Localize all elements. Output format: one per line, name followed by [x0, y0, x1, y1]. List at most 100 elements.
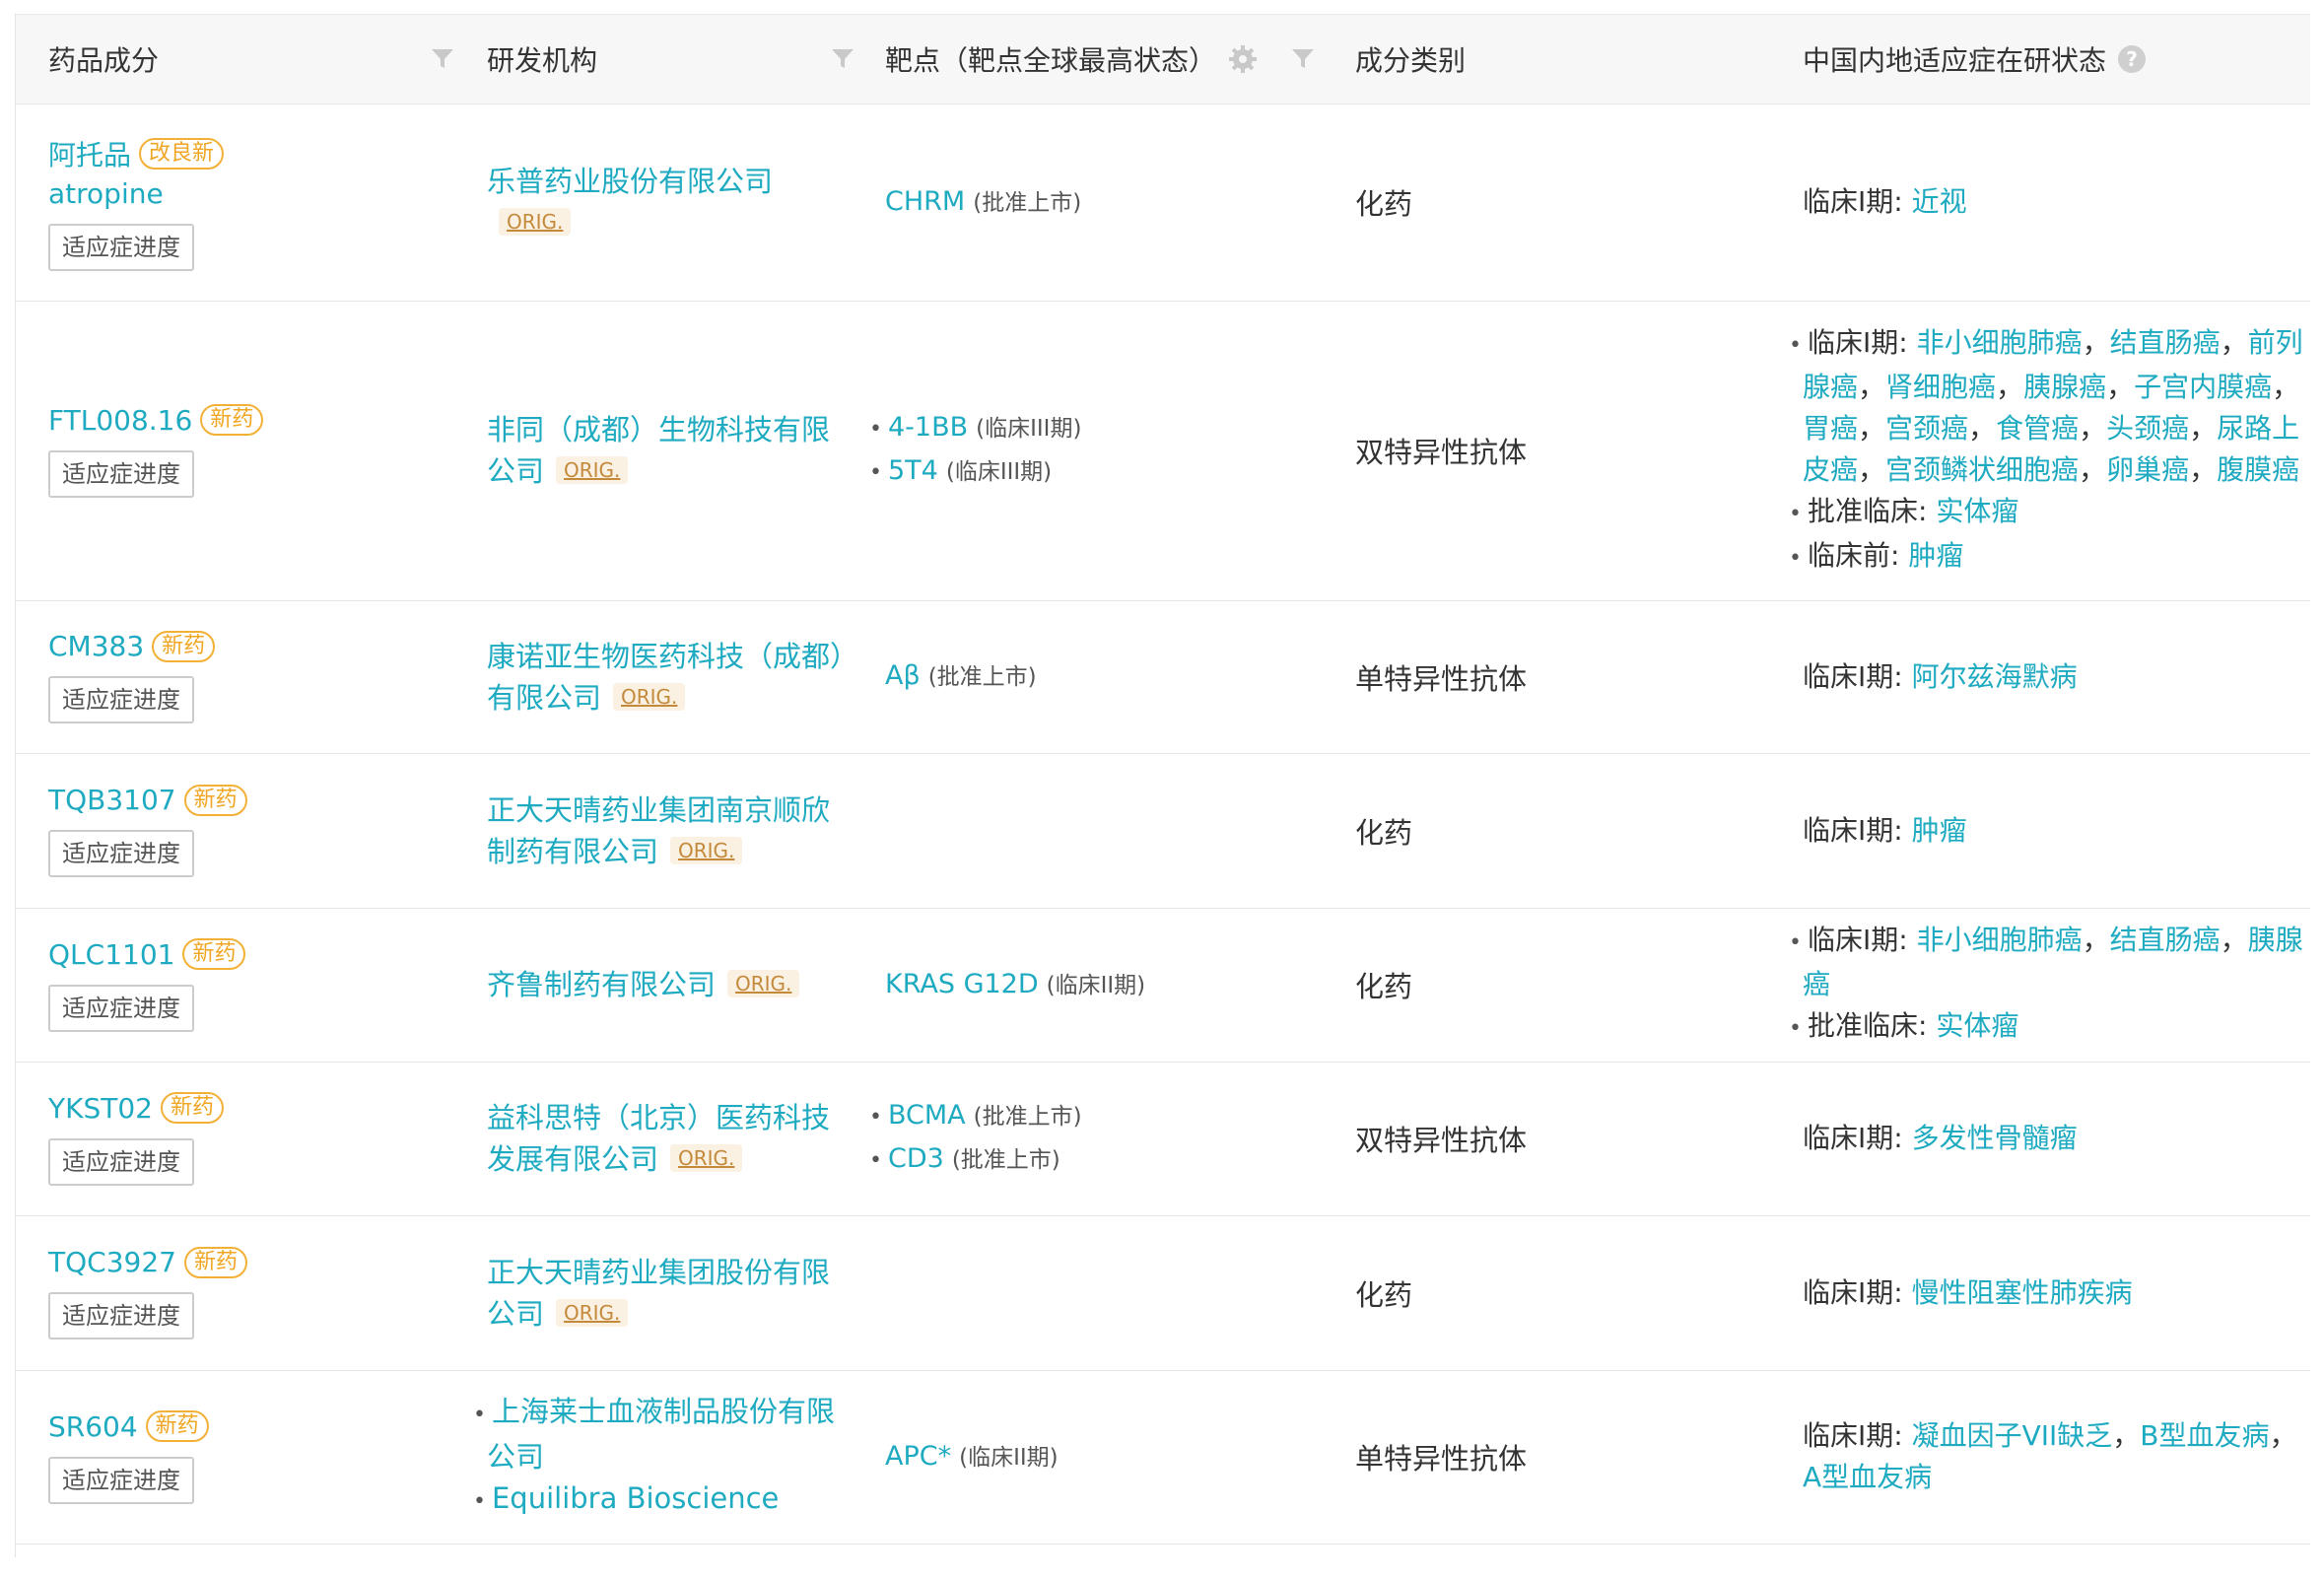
indication-link[interactable]: A型血友病 — [1803, 1461, 1932, 1493]
org-entry: • Equilibra Bioscience — [473, 1477, 852, 1523]
drug-name-link[interactable]: QLC1101 — [48, 938, 174, 971]
indication-progress-button[interactable]: 适应症进度 — [48, 1292, 194, 1339]
target-link[interactable]: BCMA — [888, 1100, 966, 1131]
indication-link[interactable]: 卵巢癌 — [2106, 453, 2189, 486]
org-link[interactable]: 益科思特（北京）医药科技发展有限公司 — [487, 1101, 830, 1176]
target-link[interactable]: 5T4 — [888, 455, 938, 486]
drug-name-link[interactable]: YKST02 — [48, 1092, 153, 1125]
target-cell: APC* (临床II期) — [885, 1370, 1319, 1544]
org-cell: 正大天晴药业集团股份有限公司 ORIG. — [487, 1215, 852, 1370]
indication-link[interactable]: 肾细胞癌 — [1885, 371, 1996, 403]
orig-badge[interactable]: ORIG. — [556, 1298, 629, 1327]
indication-link[interactable]: 结直肠癌 — [2110, 924, 2221, 956]
indication-progress-button[interactable]: 适应症进度 — [48, 449, 194, 498]
indication-link[interactable]: 宫颈鳞状细胞癌 — [1885, 453, 2079, 486]
indication-link[interactable]: 实体瘤 — [1936, 495, 2018, 527]
filter-funnel-icon[interactable] — [1290, 46, 1316, 72]
orig-badge[interactable]: ORIG. — [499, 208, 572, 236]
target-link[interactable]: 4-1BB — [888, 412, 968, 443]
separator: ， — [1858, 370, 1886, 403]
filter-funnel-icon[interactable] — [830, 46, 855, 72]
org-link[interactable]: 正大天晴药业集团股份有限公司 — [487, 1256, 830, 1331]
category-cell: 单特异性抗体 — [1355, 600, 1749, 753]
separator: ， — [2112, 1419, 2141, 1452]
drug-name-link[interactable]: CM383 — [48, 630, 144, 662]
indication-link[interactable]: 肿瘤 — [1912, 814, 1967, 847]
indication-link[interactable]: 慢性阻塞性肺疾病 — [1912, 1276, 2133, 1309]
indication-phase-label: 临床I期: — [1803, 1275, 1912, 1309]
org-link[interactable]: 乐普药业股份有限公司 — [487, 165, 773, 198]
indication-link[interactable]: 肿瘤 — [1908, 539, 1963, 572]
orig-badge[interactable]: ORIG. — [670, 1144, 743, 1172]
indication-link[interactable]: 非小细胞肺癌 — [1917, 326, 2083, 359]
drug-title: YKST02 新药 — [48, 1092, 462, 1125]
target-link[interactable]: Aβ — [885, 660, 921, 691]
target-entry: • CD3 (批准上市) — [869, 1138, 1319, 1182]
org-link[interactable]: 齐鲁制药有限公司 — [487, 968, 716, 1001]
column-header-indication[interactable]: 中国内地适应症在研状态 ? — [1803, 15, 2147, 103]
org-link[interactable]: Equilibra Bioscience — [492, 1481, 779, 1515]
orig-badge[interactable]: ORIG. — [670, 836, 743, 864]
drug-name-link[interactable]: FTL008.16 — [48, 404, 192, 437]
drug-name-link[interactable]: TQB3107 — [48, 784, 176, 816]
org-entry: 益科思特（北京）医药科技发展有限公司 ORIG. — [487, 1097, 852, 1180]
indication-link[interactable]: 多发性骨髓瘤 — [1912, 1122, 2078, 1154]
indication-phase-label: 临床I期: — [1803, 185, 1912, 218]
bullet: • — [1789, 545, 1802, 571]
indication-link[interactable]: 近视 — [1912, 185, 1967, 218]
column-header-category[interactable]: 成分类别 — [1355, 15, 1466, 103]
orig-badge[interactable]: ORIG. — [727, 970, 800, 997]
indication-link[interactable]: 实体瘤 — [1936, 1009, 2018, 1042]
target-cell — [885, 1215, 1319, 1370]
column-header-drug[interactable]: 药品成分 — [48, 15, 159, 103]
drug-name-link[interactable]: TQC3927 — [48, 1246, 176, 1278]
help-question-icon[interactable]: ? — [2118, 45, 2147, 73]
drug-title: TQB3107 新药 — [48, 784, 462, 816]
indication-link[interactable]: 非小细胞肺癌 — [1917, 924, 2083, 956]
indication-link[interactable]: 头颈癌 — [2106, 412, 2189, 445]
indication-progress-button[interactable]: 适应症进度 — [48, 1456, 194, 1504]
indication-link[interactable]: 子宫内膜癌 — [2134, 371, 2272, 403]
indication-link[interactable]: B型血友病 — [2140, 1419, 2269, 1452]
indication-link[interactable]: 阿尔兹海默病 — [1912, 660, 2078, 693]
indication-link[interactable]: 宫颈癌 — [1885, 412, 1968, 445]
separator: ， — [2079, 411, 2107, 445]
indication-entry: 临床I期: 多发性骨髓瘤 — [1787, 1118, 2310, 1159]
org-entry: 康诺亚生物医药科技（成都）有限公司 ORIG. — [487, 636, 852, 719]
org-link[interactable]: 非同（成都）生物科技有限公司 — [487, 413, 830, 488]
target-link[interactable]: CD3 — [888, 1143, 944, 1174]
indication-progress-button[interactable]: 适应症进度 — [48, 676, 194, 723]
drug-name-link[interactable]: SR604 — [48, 1410, 138, 1443]
indication-link[interactable]: 结直肠癌 — [2110, 326, 2221, 359]
column-header-org[interactable]: 研发机构 — [487, 15, 597, 103]
org-entry: • 上海莱士血液制品股份有限公司 — [473, 1391, 852, 1477]
org-cell: 益科思特（北京）医药科技发展有限公司 ORIG. — [487, 1062, 852, 1215]
indication-link[interactable]: 胰腺癌 — [2023, 371, 2106, 403]
indication-progress-button[interactable]: 适应症进度 — [48, 223, 194, 271]
drug-name-link[interactable]: 阿托品 — [48, 134, 131, 173]
target-link[interactable]: APC* — [885, 1441, 951, 1472]
indication-link[interactable]: 腹膜癌 — [2217, 453, 2299, 486]
indication-link[interactable]: 凝血因子VII缺乏 — [1912, 1419, 2113, 1452]
target-cell: Aβ (批准上市) — [885, 600, 1319, 753]
org-link[interactable]: 上海莱士血液制品股份有限公司 — [487, 1395, 835, 1474]
drug-type-badge: 新药 — [182, 938, 246, 970]
indication-link[interactable]: 食管癌 — [1996, 412, 2079, 445]
orig-badge[interactable]: ORIG. — [613, 682, 686, 711]
filter-funnel-icon[interactable] — [430, 46, 455, 72]
indication-progress-button[interactable]: 适应症进度 — [48, 984, 194, 1032]
target-link[interactable]: KRAS G12D — [885, 969, 1039, 999]
column-header-target[interactable]: 靶点（靶点全球最高状态） — [885, 15, 1258, 103]
drug-english-name-link[interactable]: atropine — [48, 177, 462, 210]
target-link[interactable]: CHRM — [885, 186, 965, 217]
drug-cell: QLC1101 新药适应症进度 — [48, 908, 462, 1062]
drug-cell: SR604 新药 适应症进度 — [48, 1370, 462, 1544]
indication-progress-button[interactable]: 适应症进度 — [48, 830, 194, 877]
indication-link[interactable]: 胃癌 — [1803, 412, 1858, 445]
category-cell: 单特异性抗体 — [1355, 1370, 1749, 1544]
orig-badge[interactable]: ORIG. — [556, 456, 629, 484]
bullet: • — [869, 1148, 882, 1173]
indication-progress-button[interactable]: 适应症进度 — [48, 1137, 194, 1186]
org-link[interactable]: 正大天晴药业集团南京顺欣制药有限公司 — [487, 793, 830, 868]
gear-icon[interactable] — [1228, 44, 1258, 74]
